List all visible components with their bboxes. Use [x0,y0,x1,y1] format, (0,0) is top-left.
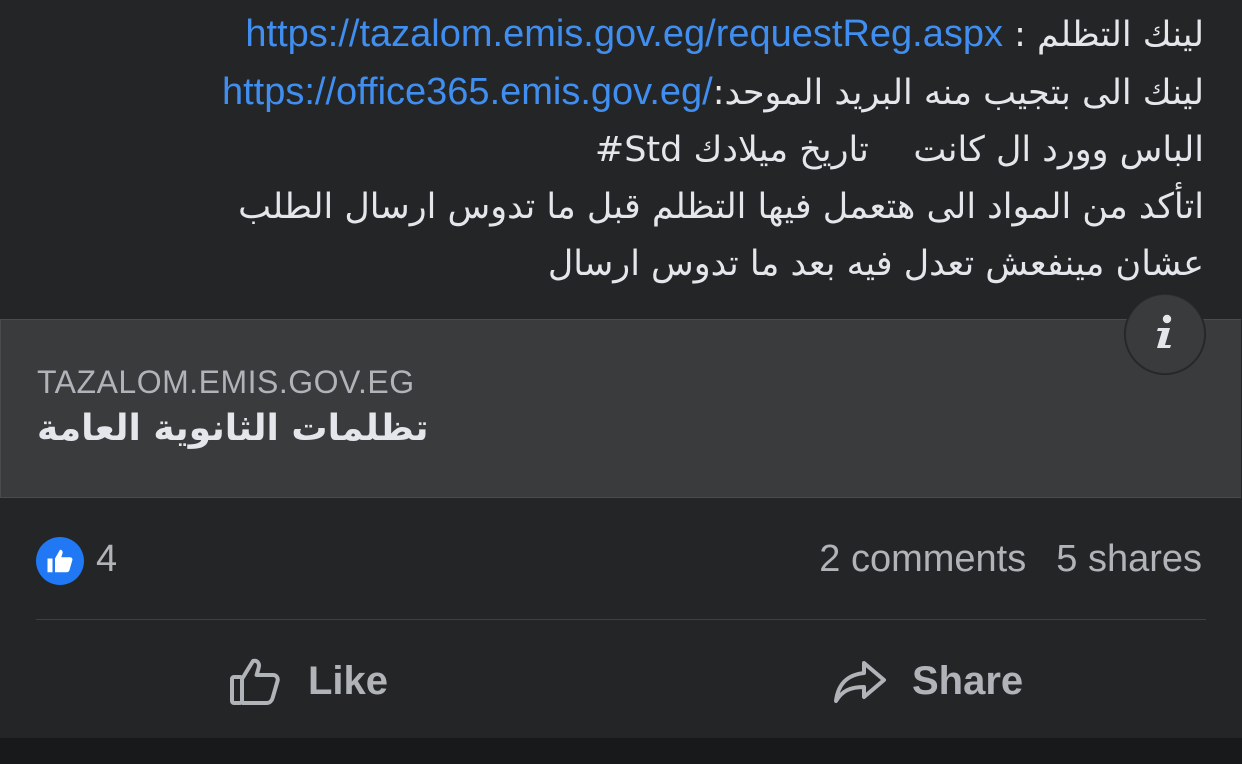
share-button[interactable]: Share [832,648,1023,714]
link-preview-card[interactable]: TAZALOM.EMIS.GOV.EG تظلمات الثانوية العا… [0,319,1241,498]
reactions-summary: 4 2 comments 5 shares [36,530,1202,592]
post-line-text: لينك التظلم : [1014,15,1204,55]
engagement-counts: 2 comments 5 shares [819,538,1202,581]
post-line: اتأكد من المواد الى هتعمل فيها التظلم قب… [238,187,1204,227]
like-button[interactable]: Like [228,648,388,714]
share-arrow-icon [832,653,888,709]
post-line-text: لينك الى بتجيب منه البريد الموحد: [712,73,1204,113]
post-line: لينك التظلم : https://tazalom.emis.gov.e… [24,6,1204,64]
like-reaction-icon[interactable] [36,537,84,585]
divider [36,619,1206,620]
reaction-count[interactable]: 4 [96,538,117,581]
post-body: لينك التظلم : https://tazalom.emis.gov.e… [24,6,1204,293]
office365-link[interactable]: https://office365.emis.gov.eg/ [222,71,713,113]
info-button[interactable] [1125,294,1205,374]
comments-count[interactable]: 2 comments [819,538,1026,580]
post-line: عشان مينفعش تعدل فيه بعد ما تدوس ارسال [547,244,1204,284]
shares-count[interactable]: 5 shares [1056,538,1202,580]
post-line: الباس وورد ال كانت تاريخ ميلادك Std# [594,130,1204,170]
share-label: Share [912,658,1024,703]
link-preview-title: تظلمات الثانوية العامة [37,408,429,449]
post-card: لينك التظلم : https://tazalom.emis.gov.e… [0,0,1242,738]
tazalom-link[interactable]: https://tazalom.emis.gov.eg/requestReg.a… [245,13,1003,55]
link-preview-domain: TAZALOM.EMIS.GOV.EG [37,364,415,400]
like-label: Like [308,658,389,703]
feed-separator [0,738,1242,764]
thumbs-up-icon [228,653,284,709]
info-icon [1150,312,1180,356]
post-line: لينك الى بتجيب منه البريد الموحد:https:/… [24,64,1204,122]
